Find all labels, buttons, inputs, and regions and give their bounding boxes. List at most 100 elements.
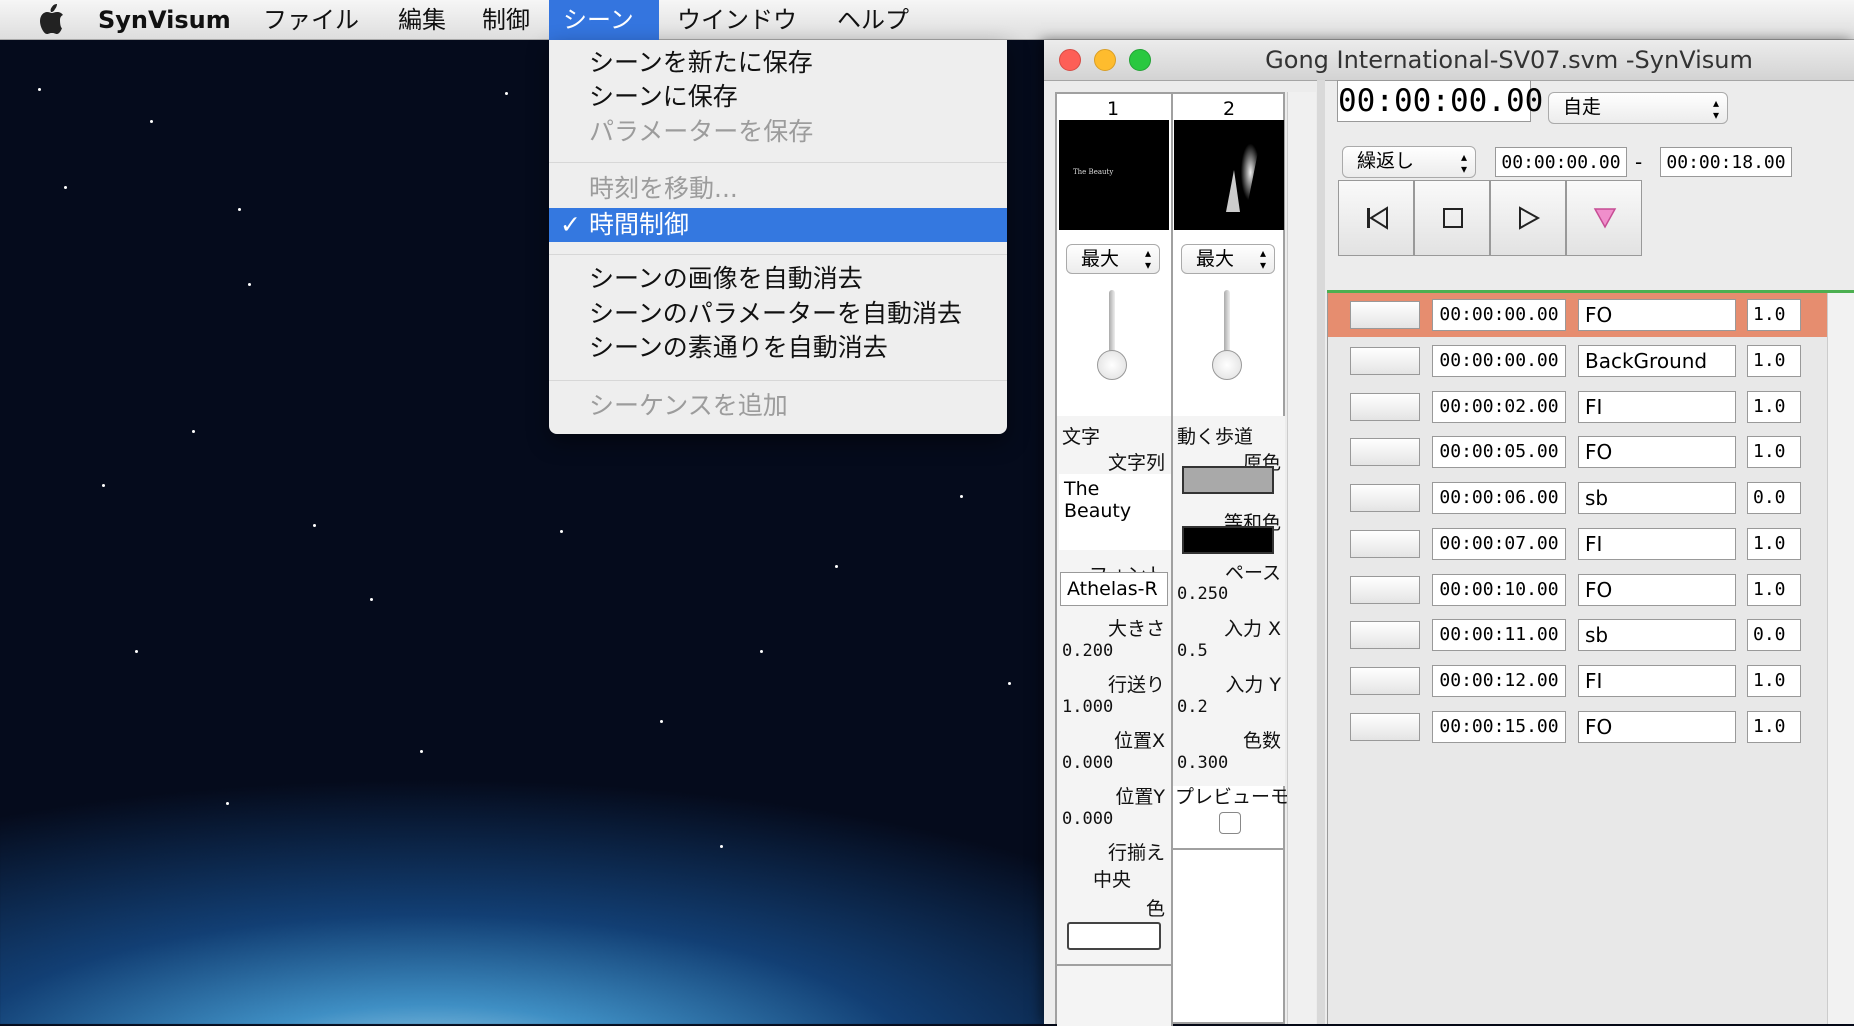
cue-trigger-button[interactable] xyxy=(1350,576,1420,604)
cue-row[interactable]: 00:00:00.00 BackGround 1.0 xyxy=(1328,339,1828,383)
cue-value[interactable]: 1.0 xyxy=(1747,711,1801,743)
menu-item-save-parameters[interactable]: パラメーターを保存 xyxy=(549,115,1007,149)
cue-name[interactable]: FO xyxy=(1578,299,1736,331)
cue-name[interactable]: FO xyxy=(1578,711,1736,743)
cue-name[interactable]: sb xyxy=(1578,482,1736,514)
menu-item-add-sequence[interactable]: シーケンスを追加 xyxy=(549,389,1007,423)
timecode-display[interactable]: 00:00:00.00 xyxy=(1337,80,1543,122)
cue-trigger-button[interactable] xyxy=(1350,530,1420,558)
menu-item-auto-clear-images[interactable]: シーンの画像を自動消去 xyxy=(549,262,1007,296)
menu-control[interactable]: 制御 xyxy=(468,0,544,40)
cue-time[interactable]: 00:00:12.00 xyxy=(1432,665,1566,697)
column-2-slider-knob[interactable] xyxy=(1212,350,1242,380)
cue-row[interactable]: 00:00:15.00 FO 1.0 xyxy=(1328,705,1828,749)
menu-help[interactable]: ヘルプ xyxy=(823,0,923,40)
cue-name[interactable]: BackGround xyxy=(1578,345,1736,377)
line-spacing-value[interactable]: 1.000 xyxy=(1062,697,1113,717)
menu-window[interactable]: ウインドウ xyxy=(663,0,811,40)
app-menu[interactable]: SynVisum xyxy=(84,0,245,40)
text-color-well[interactable] xyxy=(1067,922,1161,950)
split-divider[interactable] xyxy=(1317,80,1325,1024)
cue-list-scrollbar[interactable] xyxy=(1827,293,1854,1024)
cue-marker-button[interactable] xyxy=(1566,180,1642,256)
alignment-value[interactable]: 中央 xyxy=(1093,865,1131,892)
menu-item-time-control[interactable]: ✓ 時間制御 xyxy=(549,208,1007,242)
cue-row[interactable]: 00:00:06.00 sb 0.0 xyxy=(1328,476,1828,520)
menu-item-auto-clear-passthrough[interactable]: シーンの素通りを自動消去 xyxy=(549,331,1007,365)
cue-name[interactable]: FI xyxy=(1578,528,1736,560)
rewind-button[interactable] xyxy=(1338,180,1414,256)
close-button[interactable] xyxy=(1059,49,1081,71)
position-y-value[interactable]: 0.000 xyxy=(1062,809,1113,829)
pace-value[interactable]: 0.250 xyxy=(1177,584,1228,604)
loop-mode-popup[interactable]: 繰返し ▴ ▾ xyxy=(1342,146,1476,178)
cue-time[interactable]: 00:00:06.00 xyxy=(1432,482,1566,514)
cue-trigger-button[interactable] xyxy=(1350,621,1420,649)
zoom-button[interactable] xyxy=(1129,49,1151,71)
cue-trigger-button[interactable] xyxy=(1350,438,1420,466)
minimize-button[interactable] xyxy=(1094,49,1116,71)
cue-name[interactable]: FI xyxy=(1578,665,1736,697)
column-2-thumbnail[interactable] xyxy=(1174,120,1284,230)
cue-time[interactable]: 00:00:02.00 xyxy=(1432,391,1566,423)
cue-name[interactable]: FO xyxy=(1578,574,1736,606)
cue-value[interactable]: 1.0 xyxy=(1747,345,1801,377)
complementary-color-well[interactable] xyxy=(1182,526,1274,554)
cue-name[interactable]: FO xyxy=(1578,436,1736,468)
cue-value[interactable]: 1.0 xyxy=(1747,299,1801,331)
menu-item-save-new-scene[interactable]: シーンを新たに保存 xyxy=(549,46,1007,80)
string-textarea[interactable]: The Beauty xyxy=(1059,474,1171,550)
cue-time[interactable]: 00:00:10.00 xyxy=(1432,574,1566,606)
cue-time[interactable]: 00:00:00.00 xyxy=(1432,299,1566,331)
cue-time[interactable]: 00:00:07.00 xyxy=(1432,528,1566,560)
column-1-slider-knob[interactable] xyxy=(1097,350,1127,380)
cue-value[interactable]: 0.0 xyxy=(1747,482,1801,514)
cue-trigger-button[interactable] xyxy=(1350,393,1420,421)
column-2-size-popup[interactable]: 最大 ▴ ▾ xyxy=(1181,244,1275,274)
cue-value[interactable]: 1.0 xyxy=(1747,391,1801,423)
cue-trigger-button[interactable] xyxy=(1350,347,1420,375)
run-mode-popup[interactable]: 自走 ▴ ▾ xyxy=(1548,92,1728,124)
stop-button[interactable] xyxy=(1414,180,1490,256)
preview-mode-checkbox[interactable] xyxy=(1219,812,1241,834)
menu-item-save-scene[interactable]: シーンに保存 xyxy=(549,80,1007,114)
play-button[interactable] xyxy=(1490,180,1566,256)
menu-edit[interactable]: 編集 xyxy=(384,0,460,40)
cue-value[interactable]: 1.0 xyxy=(1747,436,1801,468)
column-1-size-popup[interactable]: 最大 ▴ ▾ xyxy=(1066,244,1160,274)
cue-row[interactable]: 00:00:02.00 FI 1.0 xyxy=(1328,385,1828,429)
position-x-value[interactable]: 0.000 xyxy=(1062,753,1113,773)
title-bar[interactable]: Gong International-SV07.svm -SynVisum xyxy=(1044,40,1854,81)
cue-row[interactable]: 00:00:10.00 FO 1.0 xyxy=(1328,568,1828,612)
cue-value[interactable]: 1.0 xyxy=(1747,574,1801,606)
menu-file[interactable]: ファイル xyxy=(249,0,373,40)
cue-time[interactable]: 00:00:05.00 xyxy=(1432,436,1566,468)
cue-value[interactable]: 1.0 xyxy=(1747,528,1801,560)
scene-scrollbar[interactable] xyxy=(1287,92,1316,1024)
cue-trigger-button[interactable] xyxy=(1350,484,1420,512)
cue-time[interactable]: 00:00:00.00 xyxy=(1432,345,1566,377)
font-field[interactable]: Athelas-R xyxy=(1060,572,1168,606)
color-count-value[interactable]: 0.300 xyxy=(1177,753,1228,773)
cue-row[interactable]: 00:00:05.00 FO 1.0 xyxy=(1328,430,1828,474)
cue-trigger-button[interactable] xyxy=(1350,713,1420,741)
menu-item-auto-clear-parameters[interactable]: シーンのパラメーターを自動消去 xyxy=(549,297,1007,331)
menu-item-move-time[interactable]: 時刻を移動... xyxy=(549,172,1007,206)
menu-scene[interactable]: シーン xyxy=(549,0,659,40)
cue-name[interactable]: FI xyxy=(1578,391,1736,423)
range-start-field[interactable]: 00:00:00.00 xyxy=(1495,147,1627,177)
cue-row[interactable]: 00:00:11.00 sb 0.0 xyxy=(1328,613,1828,657)
cue-trigger-button[interactable] xyxy=(1350,301,1420,329)
primary-color-well[interactable] xyxy=(1182,466,1274,494)
apple-logo-icon[interactable] xyxy=(36,3,66,35)
cue-row[interactable]: 00:00:00.00 FO 1.0 xyxy=(1328,293,1828,337)
cue-name[interactable]: sb xyxy=(1578,619,1736,651)
cue-value[interactable]: 0.0 xyxy=(1747,619,1801,651)
input-y-value[interactable]: 0.2 xyxy=(1177,697,1208,717)
column-1-thumbnail[interactable]: The Beauty xyxy=(1059,120,1169,230)
cue-time[interactable]: 00:00:15.00 xyxy=(1432,711,1566,743)
input-x-value[interactable]: 0.5 xyxy=(1177,641,1208,661)
cue-trigger-button[interactable] xyxy=(1350,667,1420,695)
cue-time[interactable]: 00:00:11.00 xyxy=(1432,619,1566,651)
size-value[interactable]: 0.200 xyxy=(1062,641,1113,661)
